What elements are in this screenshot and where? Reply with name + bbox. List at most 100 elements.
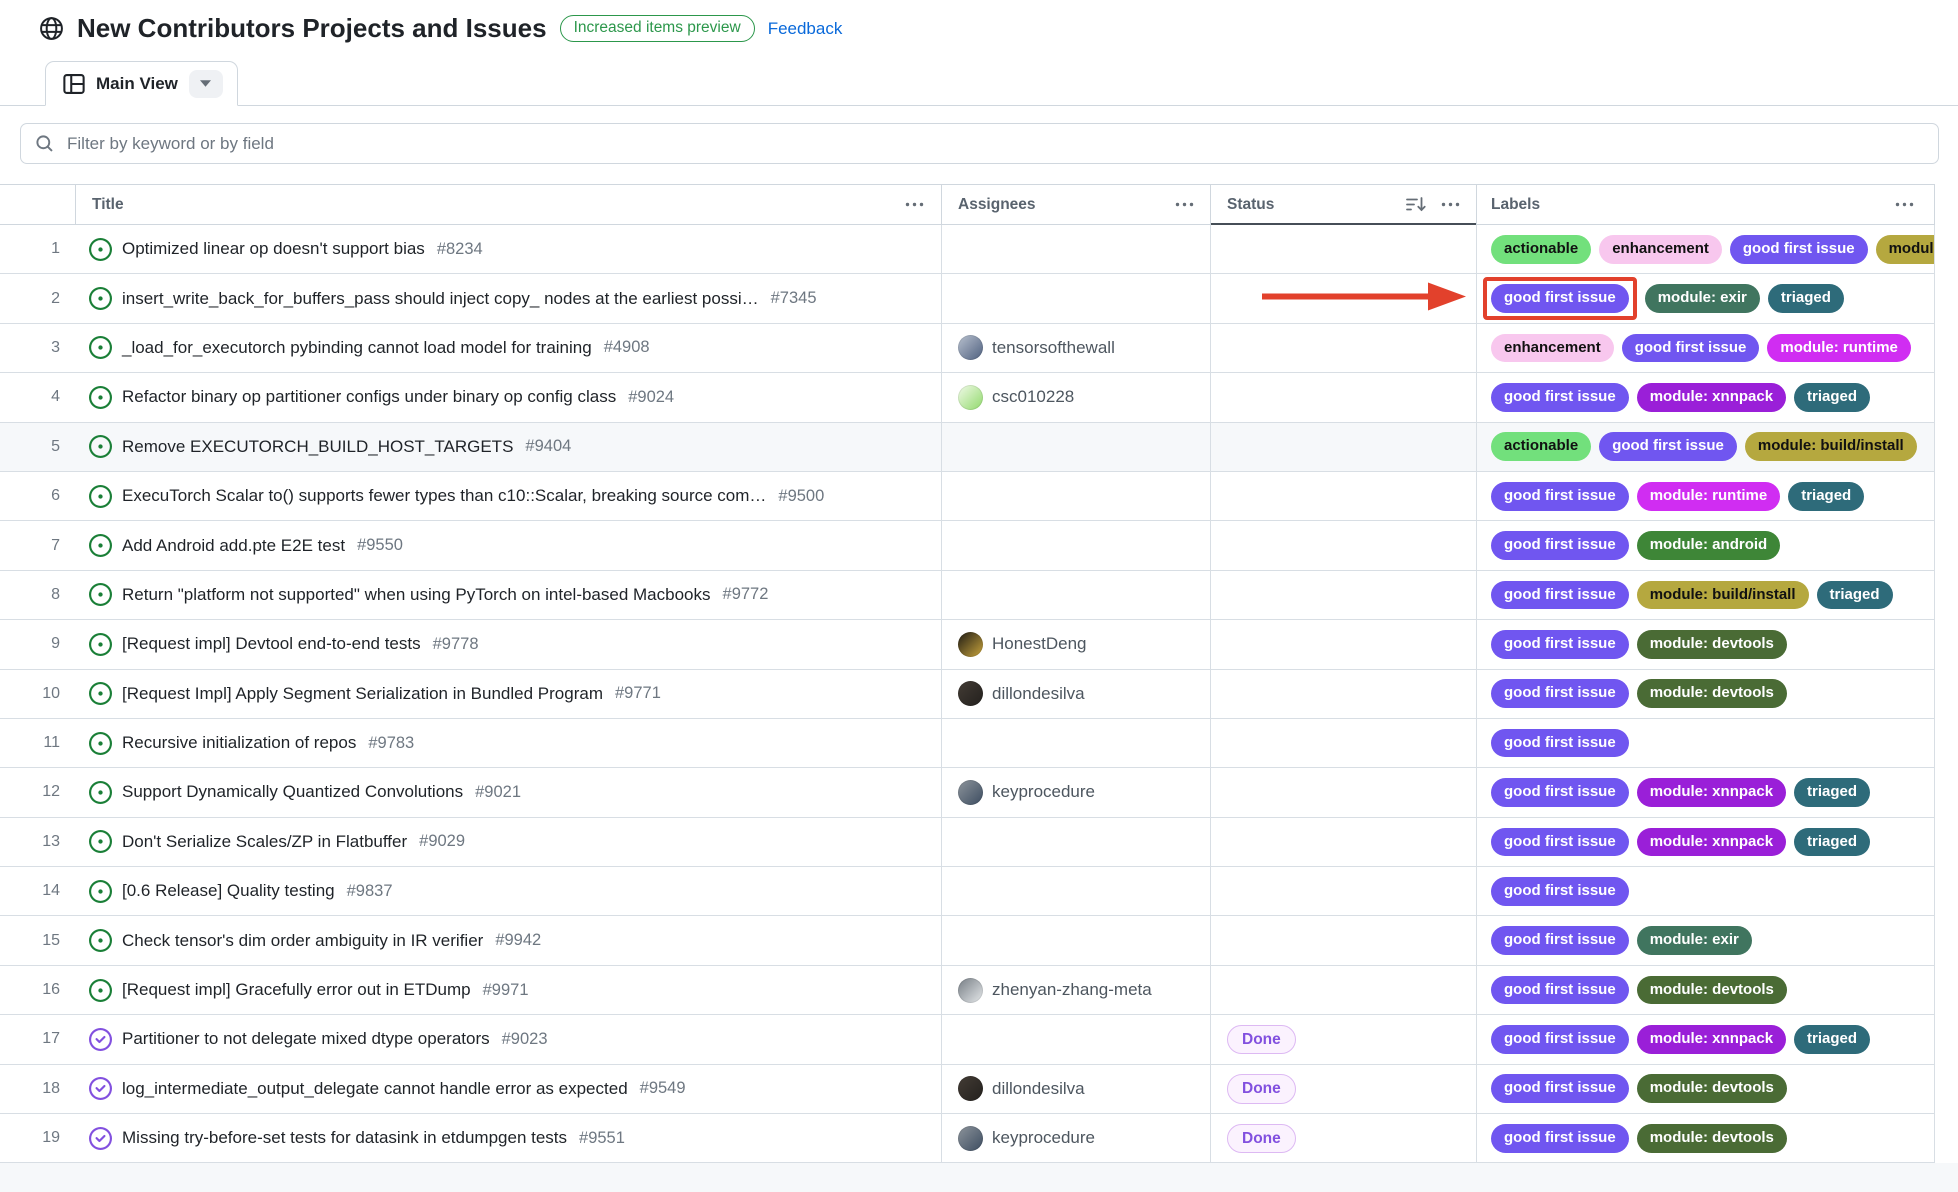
issue-title[interactable]: Support Dynamically Quantized Convolutio… <box>122 782 463 802</box>
assignees-cell[interactable] <box>942 1015 1211 1063</box>
issue-title[interactable]: Return "platform not supported" when usi… <box>122 585 711 605</box>
status-cell[interactable]: Done <box>1211 1015 1477 1063</box>
label-chip[interactable]: module: android <box>1637 531 1781 560</box>
issue-title[interactable]: Recursive initialization of repos <box>122 733 356 753</box>
title-cell[interactable]: Return "platform not supported" when usi… <box>76 571 942 619</box>
labels-cell[interactable]: good first issue module: xnnpack triaged <box>1477 373 1935 421</box>
status-cell[interactable] <box>1211 274 1477 322</box>
assignees-cell[interactable] <box>942 916 1211 964</box>
label-chip[interactable]: triaged <box>1788 482 1864 511</box>
label-chip[interactable]: module: xnnpack <box>1637 383 1786 412</box>
status-cell[interactable] <box>1211 818 1477 866</box>
assignees-cell[interactable]: keyprocedure <box>942 768 1211 816</box>
status-cell[interactable] <box>1211 670 1477 718</box>
status-cell[interactable] <box>1211 472 1477 520</box>
title-cell[interactable]: Partitioner to not delegate mixed dtype … <box>76 1015 942 1063</box>
label-chip[interactable]: triaged <box>1794 383 1870 412</box>
label-chip[interactable]: good first issue <box>1491 877 1629 906</box>
title-cell[interactable]: insert_write_back_for_buffers_pass shoul… <box>76 274 942 322</box>
issue-title[interactable]: [Request impl] Devtool end-to-end tests <box>122 634 421 654</box>
assignee-login[interactable]: dillondesilva <box>992 684 1085 704</box>
status-cell[interactable] <box>1211 571 1477 619</box>
label-chip[interactable]: good first issue <box>1491 1025 1629 1054</box>
title-cell[interactable]: log_intermediate_output_delegate cannot … <box>76 1065 942 1113</box>
label-chip[interactable]: module: xnnpack <box>1637 828 1786 857</box>
assignees-cell[interactable] <box>942 423 1211 471</box>
table-row[interactable]: 5 Remove EXECUTORCH_BUILD_HOST_TARGETS #… <box>0 423 1935 472</box>
table-row[interactable]: 3 _load_for_executorch pybinding cannot … <box>0 324 1935 373</box>
title-cell[interactable]: Check tensor's dim order ambiguity in IR… <box>76 916 942 964</box>
assignee-login[interactable]: dillondesilva <box>992 1079 1085 1099</box>
status-cell[interactable] <box>1211 916 1477 964</box>
label-chip[interactable]: module: devtools <box>1637 976 1787 1005</box>
kebab-icon[interactable] <box>1895 202 1914 207</box>
table-row[interactable]: 11 Recursive initialization of repos #97… <box>0 719 1935 768</box>
assignee-login[interactable]: keyprocedure <box>992 782 1095 802</box>
issue-title[interactable]: Refactor binary op partitioner configs u… <box>122 387 616 407</box>
table-row[interactable]: 13 Don't Serialize Scales/ZP in Flatbuff… <box>0 818 1935 867</box>
status-cell[interactable] <box>1211 719 1477 767</box>
label-chip[interactable]: good first issue <box>1491 828 1629 857</box>
label-chip[interactable]: actionable <box>1491 432 1591 461</box>
title-cell[interactable]: _load_for_executorch pybinding cannot lo… <box>76 324 942 372</box>
assignees-cell[interactable] <box>942 225 1211 273</box>
assignees-cell[interactable]: tensorsofthewall <box>942 324 1211 372</box>
issue-title[interactable]: Add Android add.pte E2E test <box>122 536 345 556</box>
issue-title[interactable]: log_intermediate_output_delegate cannot … <box>122 1079 628 1099</box>
title-cell[interactable]: Add Android add.pte E2E test #9550 <box>76 521 942 569</box>
issue-title[interactable]: [0.6 Release] Quality testing <box>122 881 335 901</box>
labels-cell[interactable]: good first issuemodule: devtools <box>1477 1114 1935 1162</box>
table-row[interactable]: 6 ExecuTorch Scalar to() supports fewer … <box>0 472 1935 521</box>
column-header-status[interactable]: Status <box>1211 185 1477 224</box>
title-cell[interactable]: Refactor binary op partitioner configs u… <box>76 373 942 421</box>
title-cell[interactable]: ExecuTorch Scalar to() supports fewer ty… <box>76 472 942 520</box>
title-cell[interactable]: [Request impl] Gracefully error out in E… <box>76 966 942 1014</box>
label-chip[interactable]: enhancement <box>1599 235 1722 264</box>
assignees-cell[interactable] <box>942 472 1211 520</box>
status-cell[interactable] <box>1211 225 1477 273</box>
label-chip[interactable]: triaged <box>1794 1025 1870 1054</box>
label-chip[interactable]: module: build/install <box>1745 432 1917 461</box>
labels-cell[interactable]: good first issuemodule: exir <box>1477 916 1935 964</box>
assignee-login[interactable]: csc010228 <box>992 387 1074 407</box>
issue-title[interactable]: [Request impl] Gracefully error out in E… <box>122 980 471 1000</box>
label-chip[interactable]: good first issue <box>1491 926 1629 955</box>
label-chip[interactable]: enhancement <box>1491 334 1614 363</box>
status-cell[interactable]: Done <box>1211 1114 1477 1162</box>
labels-cell[interactable]: good first issue <box>1477 719 1935 767</box>
assignees-cell[interactable]: zhenyan-zhang-meta <box>942 966 1211 1014</box>
table-row[interactable]: 9 [Request impl] Devtool end-to-end test… <box>0 620 1935 669</box>
issue-title[interactable]: [Request Impl] Apply Segment Serializati… <box>122 684 603 704</box>
label-chip[interactable]: good first issue <box>1491 1074 1629 1103</box>
assignees-cell[interactable]: dillondesilva <box>942 670 1211 718</box>
status-cell[interactable] <box>1211 423 1477 471</box>
assignees-cell[interactable] <box>942 571 1211 619</box>
labels-cell[interactable]: good first issuemodule: build/installtri… <box>1477 571 1935 619</box>
feedback-link[interactable]: Feedback <box>768 19 843 39</box>
table-row[interactable]: 19 Missing try-before-set tests for data… <box>0 1114 1935 1163</box>
kebab-icon[interactable] <box>905 202 924 207</box>
status-cell[interactable] <box>1211 373 1477 421</box>
title-cell[interactable]: Don't Serialize Scales/ZP in Flatbuffer … <box>76 818 942 866</box>
title-cell[interactable]: Optimized linear op doesn't support bias… <box>76 225 942 273</box>
label-chip[interactable]: good first issue <box>1599 432 1737 461</box>
label-chip[interactable]: module: devtools <box>1637 1074 1787 1103</box>
assignees-cell[interactable] <box>942 719 1211 767</box>
status-cell[interactable] <box>1211 521 1477 569</box>
label-chip[interactable]: good first issue <box>1491 383 1629 412</box>
issue-title[interactable]: _load_for_executorch pybinding cannot lo… <box>122 338 592 358</box>
label-chip[interactable]: module: build/install <box>1876 235 1935 264</box>
assignees-cell[interactable]: dillondesilva <box>942 1065 1211 1113</box>
labels-cell[interactable]: good first issuemodule: runtimetriaged <box>1477 472 1935 520</box>
label-chip[interactable]: good first issue <box>1491 630 1629 659</box>
kebab-icon[interactable] <box>1175 202 1194 207</box>
labels-cell[interactable]: good first issuemodule: exirtriaged <box>1477 274 1935 322</box>
labels-cell[interactable]: good first issuemodule: devtools <box>1477 620 1935 668</box>
label-chip[interactable]: good first issue <box>1491 679 1629 708</box>
status-cell[interactable] <box>1211 966 1477 1014</box>
assignees-cell[interactable]: HonestDeng <box>942 620 1211 668</box>
table-row[interactable]: 16 [Request impl] Gracefully error out i… <box>0 966 1935 1015</box>
column-header-labels[interactable]: Labels <box>1477 185 1935 224</box>
label-chip[interactable]: triaged <box>1794 828 1870 857</box>
labels-cell[interactable]: good first issue module: xnnpack triaged <box>1477 818 1935 866</box>
